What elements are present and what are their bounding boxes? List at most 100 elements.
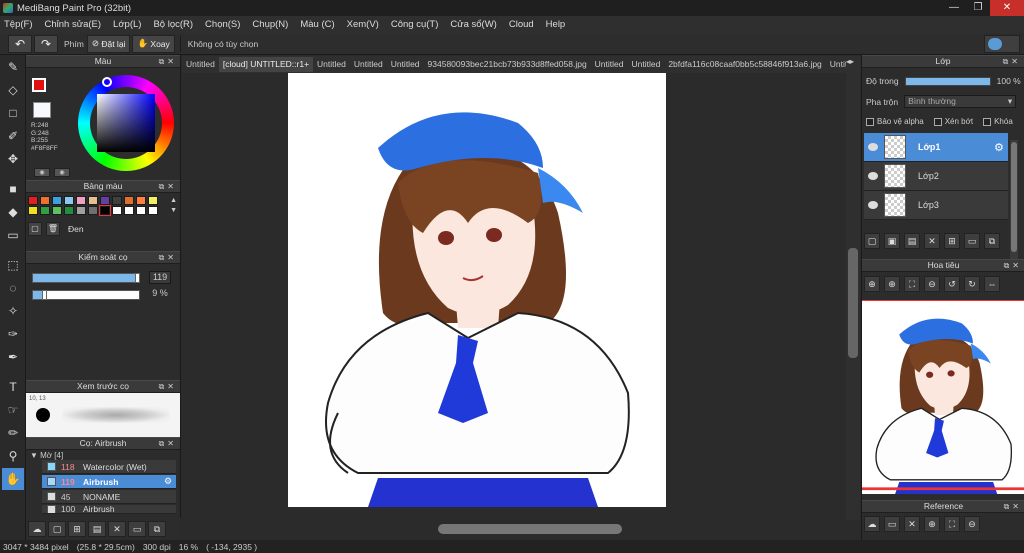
palette-swatch[interactable] xyxy=(99,205,111,216)
color-wheel[interactable] xyxy=(78,75,174,171)
tab-scroll-arrows-icon[interactable]: ◂▸ xyxy=(846,57,862,71)
dot-tool-icon[interactable]: □ xyxy=(2,102,24,124)
brush-list-item[interactable]: 118 Watercolor (Wet) xyxy=(42,460,176,474)
palette-swatch[interactable] xyxy=(100,196,110,205)
eye-icon[interactable] xyxy=(868,143,878,151)
canvas-paper[interactable] xyxy=(288,73,666,507)
text-tool-icon[interactable]: T xyxy=(2,376,24,398)
palette-swatch[interactable] xyxy=(40,196,50,205)
layer-item[interactable]: Lớp3 xyxy=(864,191,1008,220)
hand-tool-icon[interactable]: ✋ xyxy=(2,468,24,490)
layer-opacity-slider[interactable] xyxy=(904,76,991,86)
palette-swatch[interactable] xyxy=(136,206,146,215)
panel-controls-icon[interactable]: ⧉✕ xyxy=(159,438,177,449)
brush-size-slider[interactable] xyxy=(32,273,140,283)
lock-checkbox[interactable] xyxy=(983,117,992,126)
palette-swatch[interactable] xyxy=(52,206,62,215)
brush-opacity-slider[interactable] xyxy=(32,290,140,300)
rotate-button[interactable]: ✋ Xoay xyxy=(132,34,175,53)
restore-button[interactable]: ❐ xyxy=(966,0,990,16)
palette-swatch[interactable] xyxy=(88,206,98,215)
palette-swatch[interactable] xyxy=(40,206,50,215)
protect-alpha-checkbox[interactable] xyxy=(866,117,874,126)
brush-size-value[interactable]: 119 xyxy=(149,271,171,284)
document-tab-active[interactable]: [cloud] UNTITLED::r1+ xyxy=(218,57,314,72)
minimize-button[interactable]: — xyxy=(942,0,966,16)
eyedropper-tool-icon[interactable]: ⚲ xyxy=(2,445,24,467)
reference-open-icon[interactable]: ▭ xyxy=(884,516,900,532)
menu-snap[interactable]: Chụp(N) xyxy=(252,19,288,30)
brush-list-item[interactable]: 119 Airbrush ⚙ xyxy=(42,475,176,489)
redo-button[interactable]: ↷ xyxy=(34,34,58,53)
palette-swatch[interactable] xyxy=(136,196,146,205)
operation-tool-icon[interactable]: ☞ xyxy=(2,399,24,421)
palette-swatch[interactable] xyxy=(76,196,86,205)
palette-swatch[interactable] xyxy=(124,206,134,215)
navigator-preview[interactable] xyxy=(862,300,1024,494)
reset-view-button[interactable]: ⊘ Đặt lại xyxy=(86,34,131,53)
eye-icon[interactable] xyxy=(868,201,878,209)
brush-delete-icon[interactable]: ✕ xyxy=(108,521,126,537)
zoom-in-icon[interactable]: ⊕ xyxy=(864,276,880,292)
rotate-left-icon[interactable]: ↺ xyxy=(944,276,960,292)
reference-zoom-out-icon[interactable]: ⊖ xyxy=(964,516,980,532)
panel-controls-icon[interactable]: ⧉✕ xyxy=(159,252,177,263)
palette-swatch[interactable] xyxy=(124,196,134,205)
panel-controls-icon[interactable]: ⧉✕ xyxy=(1004,501,1022,512)
menu-tools[interactable]: Công cụ(T) xyxy=(391,19,439,30)
panel-controls-icon[interactable]: ⧉✕ xyxy=(159,181,177,192)
palette-swatch[interactable] xyxy=(28,196,38,205)
document-tab[interactable]: Untitled xyxy=(182,57,219,72)
palette-swatch[interactable] xyxy=(88,196,98,205)
undo-button[interactable]: ↶ xyxy=(8,34,32,53)
document-tab[interactable]: Untitled xyxy=(628,57,665,72)
menu-filter[interactable]: Bộ lọc(R) xyxy=(153,19,193,30)
brush-copy-icon[interactable]: ⧉ xyxy=(148,521,166,537)
palette-swatch[interactable] xyxy=(64,196,74,205)
canvas-area[interactable] xyxy=(182,73,846,520)
eye-icon[interactable] xyxy=(868,172,878,180)
gear-icon[interactable]: ⚙ xyxy=(164,476,176,487)
magic-wand-tool-icon[interactable]: ✧ xyxy=(2,300,24,322)
eraser-tool-icon[interactable]: ◇ xyxy=(2,79,24,101)
canvas-vertical-scrollbar[interactable] xyxy=(846,73,860,520)
layer-duplicate-icon[interactable]: ⧉ xyxy=(984,233,1000,249)
select-eraser-tool-icon[interactable]: ✒ xyxy=(2,346,24,368)
current-color-swatch[interactable] xyxy=(33,102,51,118)
new-8bit-layer-icon[interactable]: ▤ xyxy=(904,233,920,249)
palette-delete-button[interactable]: 🗑 xyxy=(46,222,60,236)
palette-swatch[interactable] xyxy=(112,206,122,215)
layer-folder-icon[interactable]: ▭ xyxy=(964,233,980,249)
palette-swatch[interactable] xyxy=(52,196,62,205)
palette-swatch[interactable] xyxy=(148,206,158,215)
divide-tool-icon[interactable]: ✏ xyxy=(2,422,24,444)
lasso-tool-icon[interactable]: ◌ xyxy=(2,277,24,299)
color-mode-button[interactable]: ◉ xyxy=(34,168,50,177)
brush-group[interactable]: ▼ Mờ [4] xyxy=(30,451,63,460)
layer-item[interactable]: Lớp1 ⚙ xyxy=(864,133,1008,162)
cloud-button[interactable] xyxy=(984,35,1020,53)
reference-close-icon[interactable]: ✕ xyxy=(904,516,920,532)
brush-opacity-thumb[interactable] xyxy=(41,290,47,300)
layer-add-menu-icon[interactable]: ⊞ xyxy=(944,233,960,249)
panel-controls-icon[interactable]: ⧉✕ xyxy=(1004,260,1022,271)
palette-swatch[interactable] xyxy=(112,196,122,205)
bucket-tool-icon[interactable]: ◆ xyxy=(2,201,24,223)
close-button[interactable]: ✕ xyxy=(990,0,1024,16)
vertical-scroll-thumb[interactable] xyxy=(848,248,858,358)
menu-edit[interactable]: Chỉnh sửa(E) xyxy=(45,19,102,30)
fill-tool-icon[interactable]: ■ xyxy=(2,178,24,200)
brush-tool-icon[interactable]: ✎ xyxy=(2,56,24,78)
palette-swatch[interactable] xyxy=(28,206,38,215)
select-pen-tool-icon[interactable]: ✑ xyxy=(2,323,24,345)
document-tab[interactable]: 2bfdfa116c08caaf0bb5c58846f913a6.jpg xyxy=(664,57,825,72)
gear-icon[interactable]: ⚙ xyxy=(994,141,1008,154)
layer-delete-icon[interactable]: ✕ xyxy=(924,233,940,249)
new-layer-icon[interactable]: ▢ xyxy=(864,233,880,249)
menu-cloud[interactable]: Cloud xyxy=(509,19,534,30)
foreground-color-swatch[interactable] xyxy=(32,78,46,92)
gradient-tool-icon[interactable]: ▭ xyxy=(2,224,24,246)
layer-scrollbar[interactable] xyxy=(1010,140,1018,260)
reference-cloud-icon[interactable]: ☁ xyxy=(864,516,880,532)
canvas-horizontal-scrollbar[interactable] xyxy=(182,520,860,540)
